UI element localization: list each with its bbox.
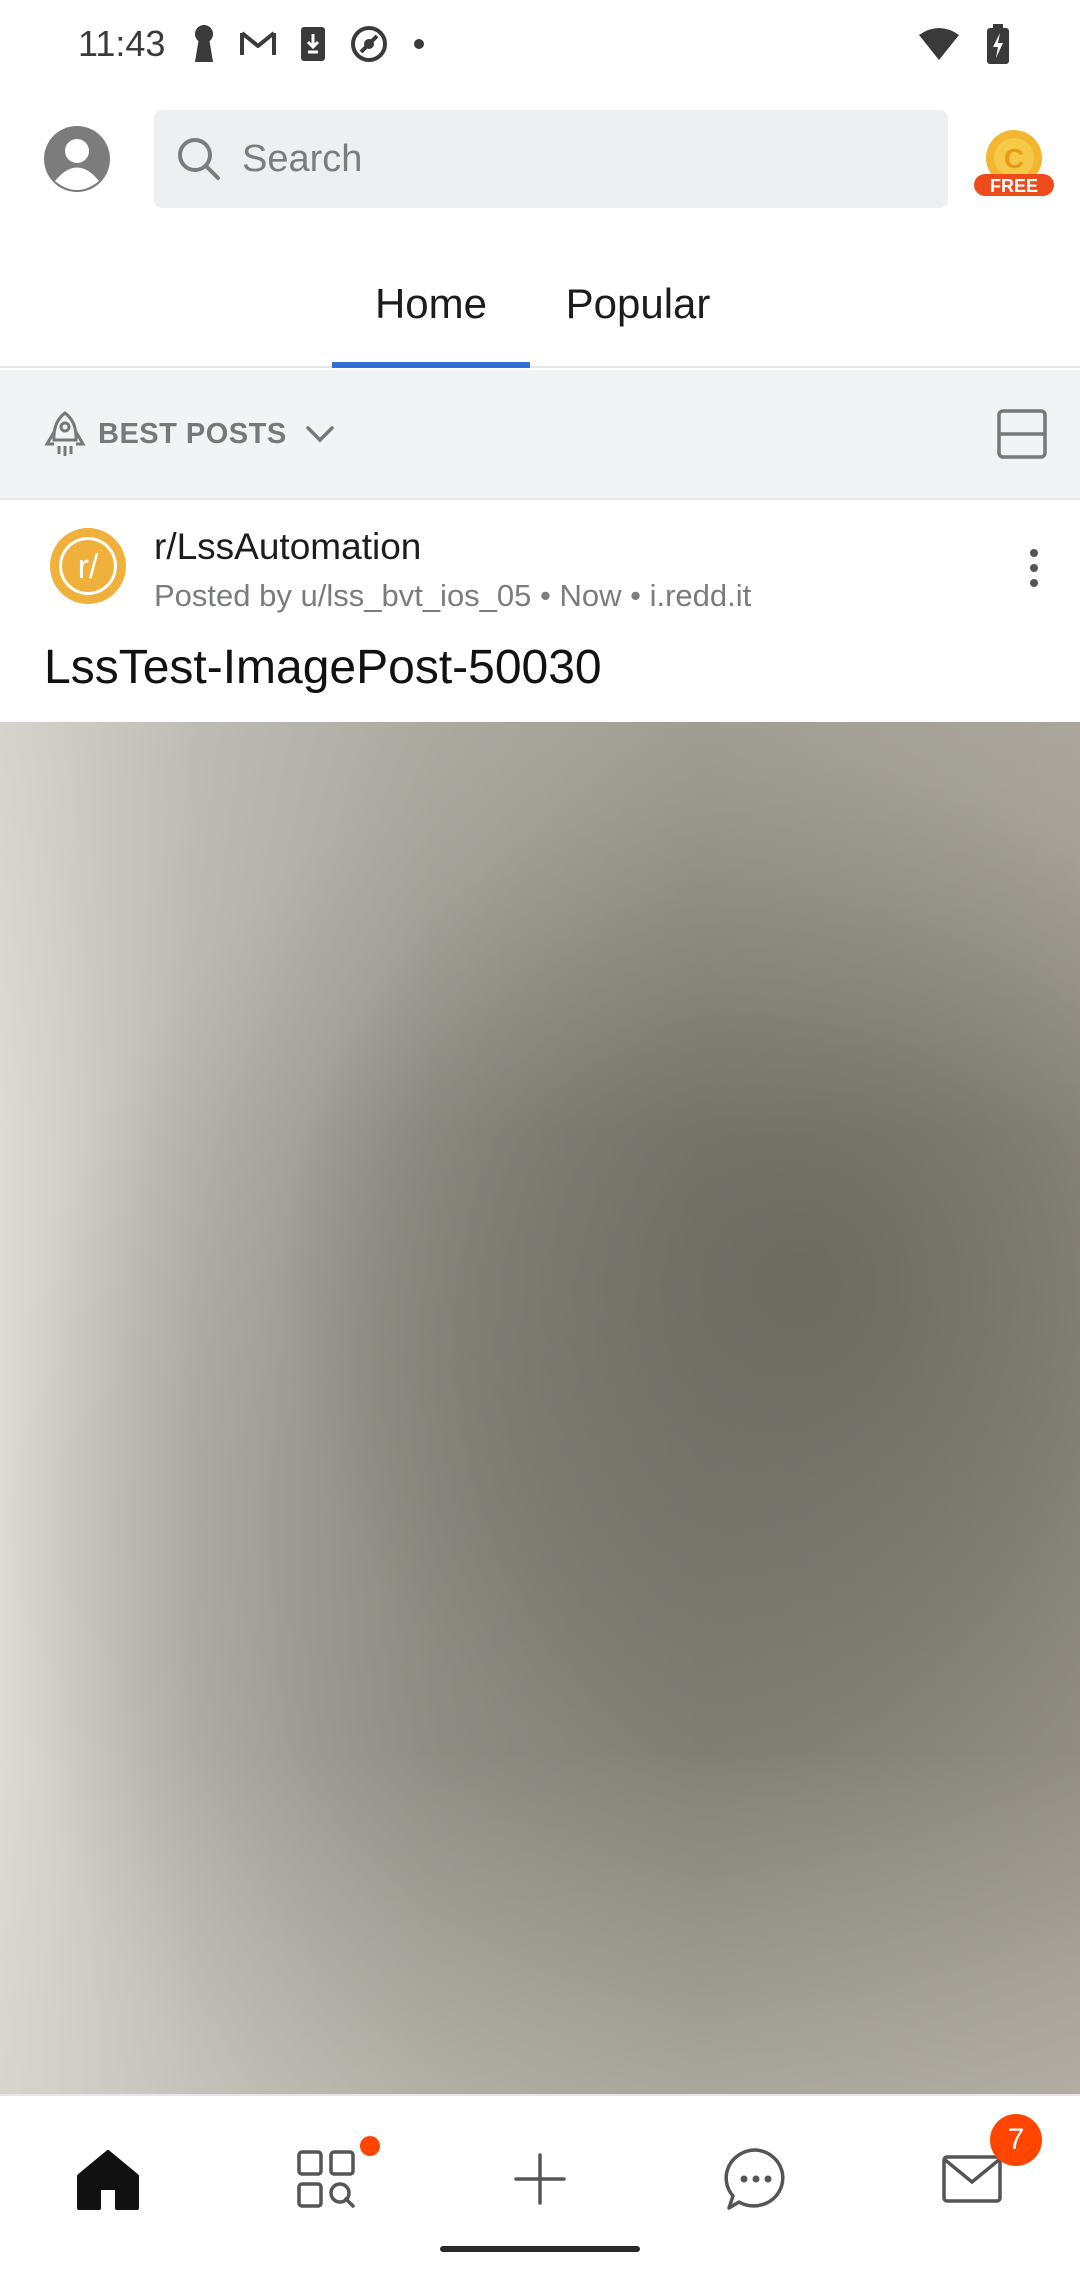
search-placeholder: Search <box>242 137 363 180</box>
nav-chat[interactable] <box>706 2136 806 2222</box>
search-bar[interactable]: Search <box>154 110 948 208</box>
status-time: 11:43 <box>78 23 166 64</box>
battery-charging-icon <box>987 24 1009 64</box>
status-left-icons <box>191 24 427 64</box>
inbox-icon <box>942 2155 1002 2203</box>
user-avatar-icon[interactable] <box>42 124 112 194</box>
create-icon <box>514 2153 566 2205</box>
tab-popular[interactable]: Popular <box>548 240 728 368</box>
sort-dropdown[interactable]: BEST POSTS <box>44 410 335 458</box>
feed-tabs: Home Popular <box>0 240 1080 368</box>
nav-inbox[interactable]: 7 <box>922 2114 1042 2222</box>
top-header: Search C FREE <box>0 110 1080 210</box>
inbox-badge: 7 <box>990 2114 1042 2166</box>
status-right-icons <box>918 24 1010 64</box>
download-icon <box>301 27 326 61</box>
sort-bar: BEST POSTS <box>0 370 1080 500</box>
post-more-options-button[interactable] <box>1012 540 1056 596</box>
svg-text:C: C <box>1004 143 1024 174</box>
chevron-down-icon <box>305 426 334 443</box>
chat-icon <box>724 2148 785 2210</box>
tab-home[interactable]: Home <box>332 240 530 368</box>
tab-selected-indicator <box>332 362 530 368</box>
subreddit-name[interactable]: r/LssAutomation <box>154 526 421 568</box>
sort-label: BEST POSTS <box>98 417 287 450</box>
dot-icon <box>414 39 425 49</box>
subreddit-icon[interactable]: r/ <box>48 526 128 606</box>
coin-free-label: FREE <box>990 176 1038 196</box>
wifi-icon <box>919 28 959 60</box>
gmail-icon <box>240 31 277 55</box>
more-vertical-icon <box>1030 549 1038 587</box>
home-icon <box>77 2150 139 2210</box>
post-card-header[interactable]: r/ r/LssAutomation Posted by u/lss_bvt_i… <box>0 500 1080 722</box>
search-icon <box>178 138 220 180</box>
communities-notification-dot <box>360 2136 380 2156</box>
post-title[interactable]: LssTest-ImagePost-50030 <box>44 640 602 695</box>
nav-create[interactable] <box>490 2136 590 2222</box>
communities-icon <box>297 2150 355 2208</box>
coins-free-icon[interactable]: C FREE <box>972 128 1056 212</box>
subreddit-icon-text: r/ <box>78 548 99 586</box>
post-meta: Posted by u/lss_bvt_ios_05 • Now • i.red… <box>154 578 752 613</box>
layout-view-icon[interactable] <box>996 408 1048 460</box>
bottom-navigation: 7 <box>0 2094 1080 2280</box>
nav-home[interactable] <box>58 2136 158 2222</box>
status-bar: 11:43 <box>0 0 1080 88</box>
at-sign-icon <box>351 26 388 62</box>
nav-communities[interactable] <box>276 2136 380 2222</box>
home-indicator[interactable] <box>440 2246 640 2252</box>
keyhole-icon <box>195 25 214 62</box>
post-image[interactable] <box>0 722 1080 2094</box>
rocket-icon <box>44 411 86 456</box>
